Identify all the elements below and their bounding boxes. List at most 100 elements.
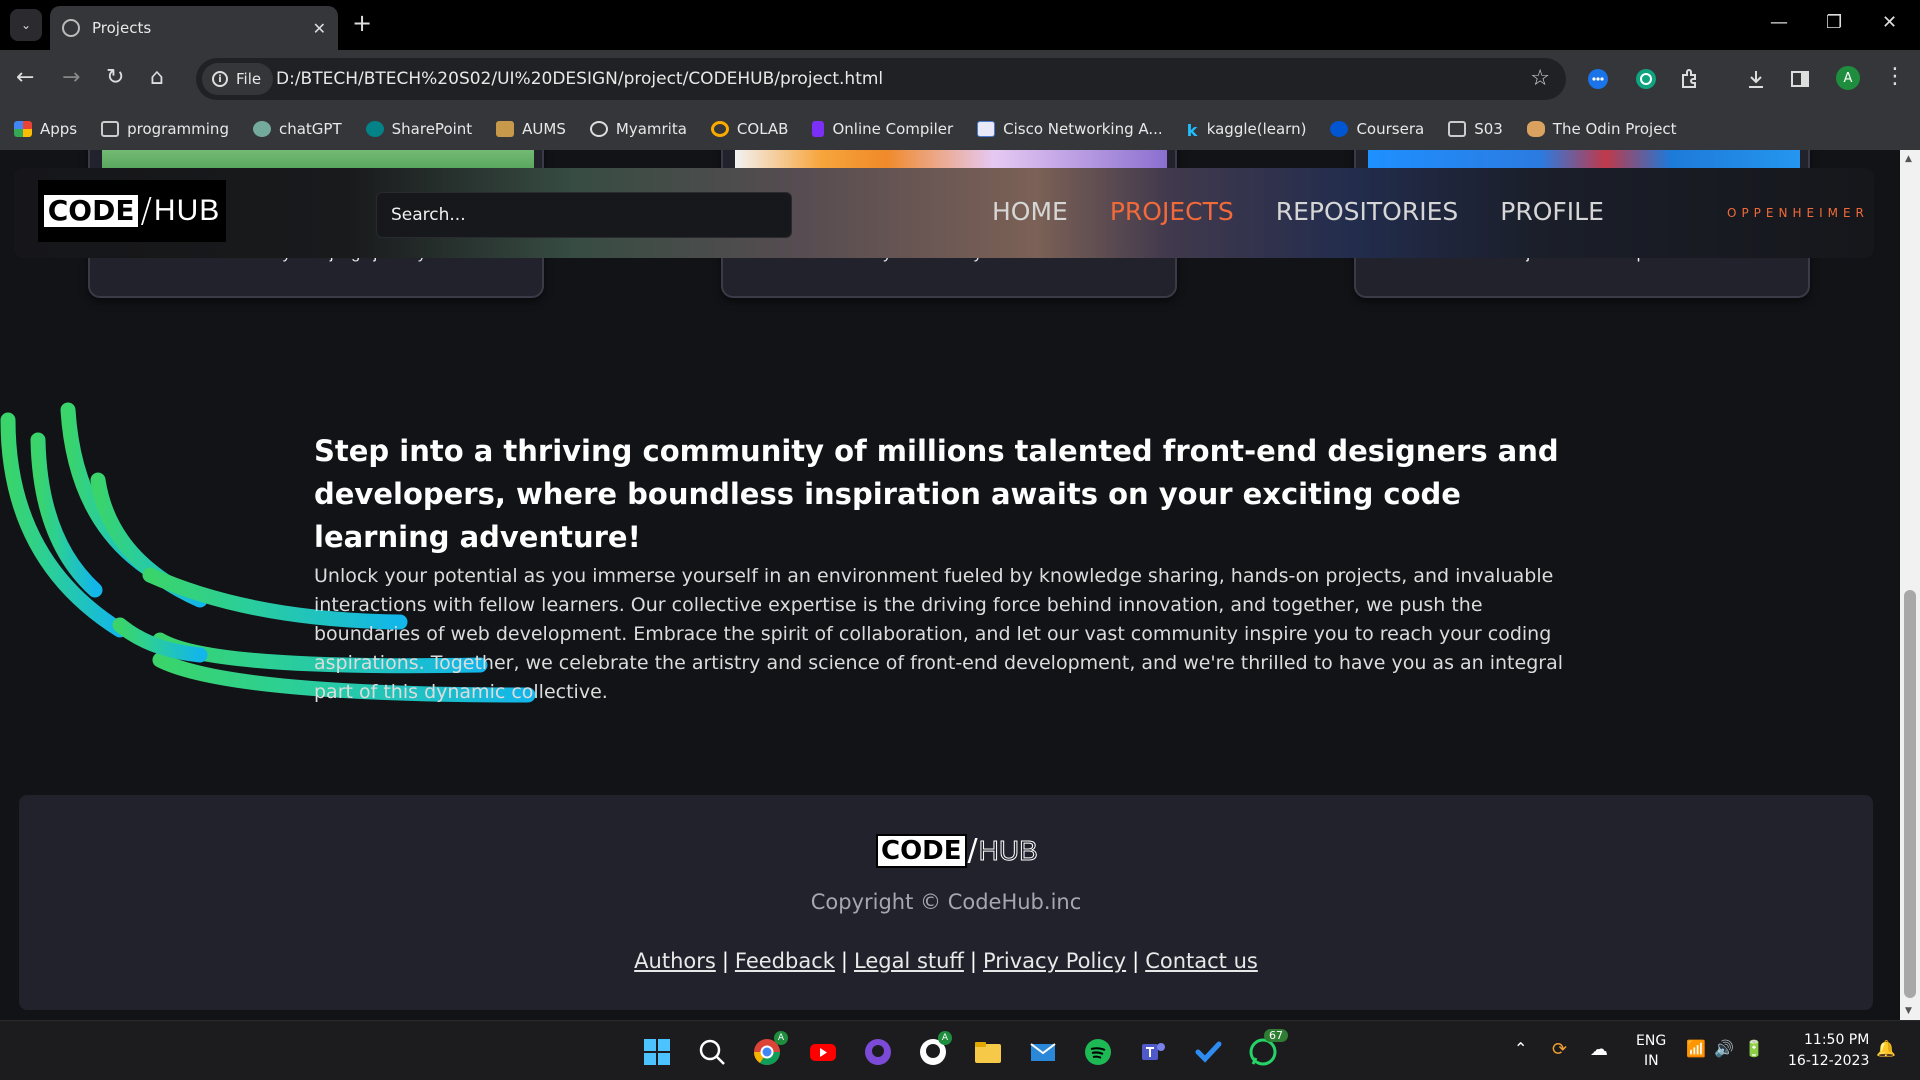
wifi-icon[interactable]: 📶 bbox=[1686, 1039, 1706, 1058]
youtube-icon[interactable] bbox=[808, 1037, 838, 1067]
footer-link-authors[interactable]: Authors bbox=[634, 949, 716, 973]
link-separator: | bbox=[1132, 949, 1140, 973]
restore-button[interactable]: ❐ bbox=[1826, 12, 1842, 33]
bookmark-online-compiler[interactable]: Online Compiler bbox=[812, 120, 953, 138]
menu-kebab-icon[interactable]: ⋮ bbox=[1884, 64, 1906, 90]
footer-logo[interactable]: CODE / HUB bbox=[876, 833, 1038, 868]
site-info-chip[interactable]: i File bbox=[202, 63, 274, 95]
windows-start-icon[interactable] bbox=[642, 1037, 672, 1067]
bookmark-star-icon[interactable]: ☆ bbox=[1530, 66, 1550, 91]
community-description: Unlock your potential as you immerse you… bbox=[314, 565, 1563, 703]
download-icon[interactable] bbox=[1744, 67, 1768, 91]
back-button[interactable]: ← bbox=[16, 65, 34, 91]
github-desktop-icon[interactable] bbox=[863, 1037, 893, 1067]
kaggle-icon: k bbox=[1186, 121, 1198, 140]
community-headline: Step into a thriving community of millio… bbox=[314, 434, 1559, 554]
odin-icon bbox=[1526, 121, 1545, 137]
notification-bell-icon[interactable]: 🔔 bbox=[1876, 1039, 1896, 1058]
volume-icon[interactable]: 🔊 bbox=[1714, 1039, 1734, 1058]
bookmark-programming[interactable]: programming bbox=[101, 120, 229, 138]
nav-home[interactable]: HOME bbox=[992, 197, 1068, 226]
cisco-icon bbox=[977, 121, 996, 137]
bookmark-chatgpt[interactable]: chatGPT bbox=[252, 120, 342, 138]
language-indicator[interactable]: ENG bbox=[1636, 1033, 1666, 1049]
chat-extension-icon[interactable] bbox=[1586, 67, 1610, 91]
todo-icon[interactable] bbox=[1193, 1037, 1223, 1067]
bookmark-cisco[interactable]: Cisco Networking A... bbox=[977, 120, 1163, 138]
file-explorer-icon[interactable] bbox=[973, 1037, 1003, 1067]
search-box bbox=[376, 192, 792, 238]
bookmark-apps[interactable]: Apps bbox=[14, 120, 77, 138]
page-scrollbar[interactable]: ▲ ▼ bbox=[1900, 150, 1920, 1020]
minimize-button[interactable]: — bbox=[1770, 12, 1788, 33]
main-nav: HOME PROJECTS REPOSITORIES PROFILE bbox=[992, 197, 1646, 226]
new-tab-button[interactable]: + bbox=[352, 11, 372, 35]
aums-icon bbox=[496, 121, 515, 137]
coursera-icon bbox=[1330, 121, 1349, 137]
home-button[interactable]: ⌂ bbox=[150, 65, 164, 91]
close-tab-icon[interactable]: ✕ bbox=[313, 19, 326, 38]
scroll-down-arrow-icon[interactable]: ▼ bbox=[1905, 1006, 1912, 1016]
clock-time[interactable]: 11:50 PM bbox=[1804, 1032, 1869, 1048]
spotify-icon[interactable] bbox=[1083, 1037, 1113, 1067]
info-icon: i bbox=[212, 71, 228, 87]
region-indicator[interactable]: IN bbox=[1644, 1053, 1659, 1069]
tab-search-button[interactable]: ⌄ bbox=[10, 9, 42, 41]
chip-label: File bbox=[236, 70, 262, 88]
bookmark-kaggle[interactable]: k kaggle(learn) bbox=[1186, 120, 1307, 140]
globe-icon bbox=[589, 121, 608, 137]
bookmark-aums[interactable]: AUMS bbox=[496, 120, 566, 138]
nav-repositories[interactable]: REPOSITORIES bbox=[1276, 197, 1459, 226]
nav-profile[interactable]: PROFILE bbox=[1500, 197, 1604, 226]
close-window-button[interactable]: ✕ bbox=[1882, 12, 1897, 33]
page-viewport: Accelerate your Django journey. Unleash … bbox=[0, 150, 1900, 1020]
windows-taskbar: A A 67 ⌃ ⟳ ☁ ENG IN 📶 🔊 🔋 11:50 PM 16-12… bbox=[0, 1020, 1920, 1080]
folder-icon bbox=[1448, 121, 1467, 137]
browser-toolbar: ← → ↻ ⌂ i File D:/BTECH/BTECH%20S02/UI%2… bbox=[0, 50, 1920, 108]
address-bar[interactable]: i File D:/BTECH/BTECH%20S02/UI%20DESIGN/… bbox=[196, 58, 1566, 100]
bookmark-sharepoint[interactable]: SharePoint bbox=[365, 120, 472, 138]
mail-icon[interactable] bbox=[1028, 1037, 1058, 1067]
footer-link-feedback[interactable]: Feedback bbox=[735, 949, 835, 973]
apps-grid-icon bbox=[14, 121, 32, 137]
scroll-up-arrow-icon[interactable]: ▲ bbox=[1905, 154, 1912, 164]
username-link[interactable]: OPPENHEIMER bbox=[1727, 206, 1869, 220]
bookmark-coursera[interactable]: Coursera bbox=[1330, 120, 1424, 138]
teams-icon[interactable] bbox=[1138, 1037, 1168, 1067]
chatgpt-extension-icon[interactable] bbox=[1634, 67, 1658, 91]
clock-date[interactable]: 16-12-2023 bbox=[1788, 1053, 1869, 1069]
chevron-down-icon: ⌄ bbox=[20, 18, 32, 32]
side-panel-icon[interactable] bbox=[1788, 67, 1812, 91]
chevron-up-icon[interactable]: ⌃ bbox=[1514, 1039, 1527, 1058]
bookmark-s03[interactable]: S03 bbox=[1448, 120, 1503, 138]
bookmark-colab[interactable]: COLAB bbox=[710, 120, 788, 138]
chatgpt-icon bbox=[252, 121, 271, 137]
search-input[interactable] bbox=[377, 193, 791, 237]
reload-button[interactable]: ↻ bbox=[106, 65, 124, 91]
sharepoint-icon bbox=[365, 121, 384, 137]
search-icon[interactable] bbox=[697, 1037, 727, 1067]
url-text[interactable]: D:/BTECH/BTECH%20S02/UI%20DESIGN/project… bbox=[276, 69, 883, 89]
colab-icon bbox=[710, 121, 729, 137]
tab-title: Projects bbox=[92, 19, 152, 37]
bookmark-myamrita[interactable]: Myamrita bbox=[589, 120, 687, 138]
footer-link-contact[interactable]: Contact us bbox=[1145, 949, 1258, 973]
tab-strip: ⌄ Projects ✕ + — ❐ ✕ bbox=[0, 0, 1920, 50]
link-separator: | bbox=[969, 949, 977, 973]
sync-icon[interactable]: ⟳ bbox=[1552, 1039, 1567, 1060]
copyright-text: Copyright © CodeHub.inc bbox=[810, 890, 1082, 914]
tab-projects[interactable]: Projects ✕ bbox=[50, 6, 338, 50]
scrollbar-thumb[interactable] bbox=[1904, 590, 1916, 998]
bookmark-odin-project[interactable]: The Odin Project bbox=[1526, 120, 1677, 138]
codehub-logo[interactable]: CODE / HUB bbox=[38, 180, 226, 242]
footer-link-legal[interactable]: Legal stuff bbox=[854, 949, 964, 973]
profile-avatar[interactable]: A bbox=[1836, 66, 1860, 90]
onedrive-cloud-icon[interactable]: ☁ bbox=[1590, 1039, 1608, 1060]
compiler-icon bbox=[812, 121, 825, 137]
battery-icon[interactable]: 🔋 bbox=[1744, 1039, 1764, 1058]
extensions-puzzle-icon[interactable] bbox=[1678, 67, 1702, 91]
forward-button[interactable]: → bbox=[62, 65, 80, 91]
footer-link-privacy[interactable]: Privacy Policy bbox=[983, 949, 1126, 973]
nodejs-thumbnail bbox=[1368, 150, 1800, 168]
nav-projects[interactable]: PROJECTS bbox=[1110, 197, 1234, 226]
